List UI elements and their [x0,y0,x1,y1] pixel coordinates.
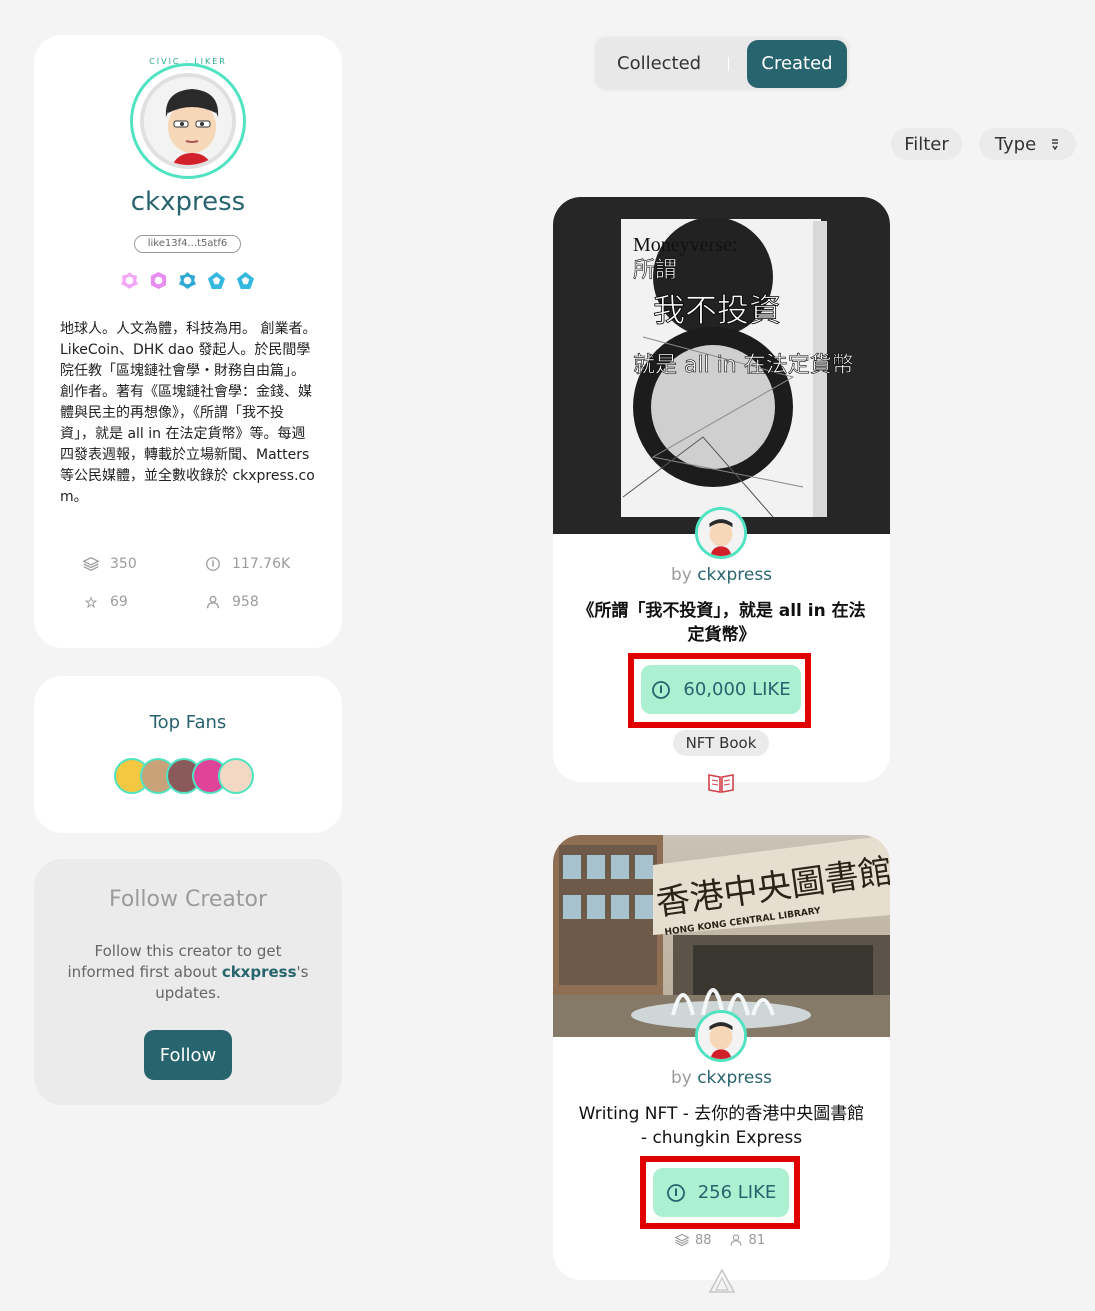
top-fans-avatars [114,758,254,794]
badge-icon [150,271,167,290]
creator-avatar[interactable] [695,507,747,559]
collection-tabs: Collected Created [593,35,851,92]
badge-icon [178,271,197,290]
top-fans-card: Top Fans [34,676,342,833]
book-cover-image: Moneyverse: 所謂 我不投資 就是 all in 在法定貨幣 [553,197,890,534]
stat-nfts-value: 350 [110,556,137,572]
layers-icon [674,1233,690,1247]
stat-nfts: 350 [82,555,137,573]
tab-created[interactable]: Created [747,40,847,88]
profile-username: ckxpress [130,187,246,217]
sort-icon [1052,139,1059,150]
cover-title-text: Moneyverse: [633,234,737,256]
follow-creator-title: Follow Creator [108,887,268,912]
filter-button[interactable]: Filter [891,128,962,160]
highlight-box [628,653,811,728]
type-dropdown[interactable]: Type [979,128,1076,160]
stat-followers: 958 [204,593,259,611]
follow-creator-card: Follow Creator Follow this creator to ge… [34,859,342,1105]
person-icon [206,595,220,609]
stat-stars: 69 [82,593,128,611]
cover-sub2-text: 我不投資 [653,291,781,329]
collectors-stat: 88 [674,1232,712,1248]
person-icon [730,1234,741,1246]
star-icon [84,596,98,609]
collectors-count: 88 [695,1232,712,1248]
civic-badges [120,271,255,290]
fan-avatar[interactable] [218,758,254,794]
book-icon [708,774,734,793]
likecoin-icon [206,557,220,571]
follow-desc-creator[interactable]: ckxpress [222,963,297,981]
layers-icon [82,556,100,572]
nft-type-tag: NFT Book [673,730,769,756]
top-fans-title: Top Fans [149,712,227,733]
writing-nft-icon [708,1268,736,1293]
tab-divider [728,57,729,71]
profile-card: CIVIC · LIKER ckxpress like13f4...t5atf6… [34,35,342,648]
stat-likes-value: 117.76K [232,556,291,572]
profile-bio: 地球人。人文為體，科技為用。 創業者。LikeCoin、DHK dao 發起人。… [60,321,317,505]
badge-icon [120,271,139,290]
owners-stat: 81 [728,1232,766,1248]
creator-avatar[interactable] [695,1010,747,1062]
cover-sub1-text: 所謂 [633,258,677,283]
by-label: by [670,565,692,585]
badge-icon [207,271,226,290]
creator-byline: by ckxpress [553,565,890,585]
profile-avatar[interactable] [130,63,246,179]
library-photo: 香港中央圖書館 HONG KONG CENTRAL LIBRARY [553,835,890,1037]
stat-likes: 117.76K [204,555,290,573]
tab-collected[interactable]: Collected [617,53,701,74]
nft-mini-stats: 88 81 [674,1232,765,1248]
avatar-image [140,73,236,169]
creator-name[interactable]: ckxpress [697,1068,772,1088]
highlight-box [640,1156,800,1229]
type-label: Type [994,133,1037,155]
stat-stars-value: 69 [110,594,128,610]
cover-sub3-text: 就是 all in 在法定貨幣 [633,353,854,378]
follow-creator-description: Follow this creator to get informed firs… [64,941,312,1004]
badge-icon [236,271,255,290]
nft-title[interactable]: Writing NFT - 去你的香港中央圖書館 - chungkin Expr… [577,1102,866,1150]
wallet-address-pill[interactable]: like13f4...t5atf6 [134,235,241,253]
creator-name[interactable]: ckxpress [697,565,772,585]
creator-byline: by ckxpress [553,1068,890,1088]
by-label: by [670,1068,692,1088]
nft-title[interactable]: 《所謂「我不投資」，就是 all in 在法定貨幣》 [577,599,866,647]
owners-count: 81 [748,1232,766,1248]
stat-followers-value: 958 [232,594,259,610]
filter-label: Filter [904,133,949,155]
follow-button[interactable]: Follow [144,1030,232,1080]
